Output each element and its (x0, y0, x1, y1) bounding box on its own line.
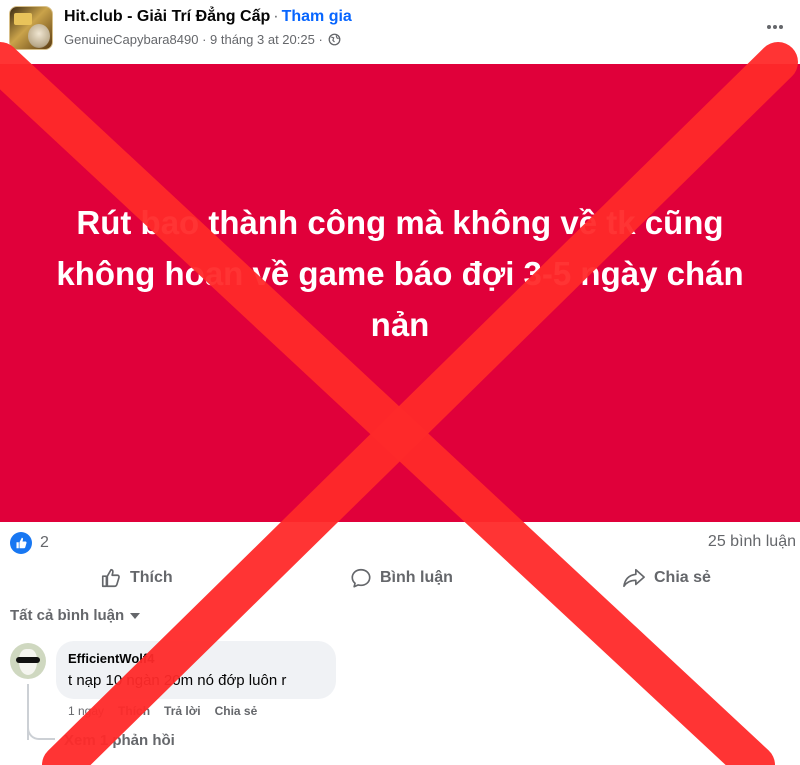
author-name-link[interactable]: GenuineCapybara8490 (64, 32, 198, 47)
view-replies-link[interactable]: Xem 1 phản hồi (64, 732, 175, 749)
comment-button[interactable]: Bình luận (350, 562, 453, 594)
title-separator: · (273, 8, 279, 25)
reaction-count: 2 (40, 534, 49, 551)
comment-bubble-icon (351, 568, 371, 588)
comment-meta: 1 ngày Thích Trả lời Chia sẻ (68, 704, 257, 718)
group-name-link[interactable]: Hit.club - Giải Trí Đẳng Cấp (64, 8, 270, 25)
comment-like-button[interactable]: Thích (118, 704, 150, 718)
share-button-label: Chia sẻ (654, 569, 711, 586)
commenter-avatar[interactable] (10, 643, 46, 679)
post-body-text: Rút bao thành công mà không về tk cũng k… (56, 203, 744, 343)
meta-separator-2: · (318, 32, 327, 47)
comment-filter-label: Tất cả bình luận (10, 607, 125, 624)
post-meta: GenuineCapybara8490 · 9 tháng 3 at 20:25… (64, 32, 341, 47)
post-header: Hit.club - Giải Trí Đẳng Cấp · Tham gia Ge… (0, 0, 800, 64)
post-action-bar: Thích Bình luận Chia sẻ (0, 562, 800, 594)
comment-filter-dropdown[interactable]: Tất cả bình luận (10, 607, 141, 624)
globe-icon (328, 33, 341, 46)
sunglasses (16, 657, 40, 663)
avatar-face (28, 24, 50, 48)
comment-count-link[interactable]: 25 bình luận (708, 533, 796, 551)
like-button-label: Thích (130, 569, 173, 586)
comment-time-link[interactable]: 1 ngày (68, 704, 104, 718)
comment-button-label: Bình luận (380, 569, 453, 586)
post-title-line: Hit.club - Giải Trí Đẳng Cấp · Tham gia (64, 8, 352, 26)
caret-down-icon (130, 612, 141, 619)
comment-reply-button[interactable]: Trả lời (164, 704, 201, 718)
post-content-card[interactable]: Rút bao thành công mà không về tk cũng k… (0, 64, 800, 522)
like-icon (10, 532, 32, 554)
share-button[interactable]: Chia sẻ (622, 562, 711, 594)
join-group-link[interactable]: Tham gia (282, 8, 352, 25)
group-avatar[interactable] (9, 6, 53, 50)
more-options-button[interactable] (764, 16, 786, 38)
comment-bubble: EfficientWolf4 t nạp 10 ngàn 20m nó đớp … (56, 641, 336, 699)
reply-thread-curve (27, 724, 55, 740)
meta-separator: · (202, 32, 211, 47)
commenter-name-link[interactable]: EfficientWolf4 (68, 651, 324, 666)
post-timestamp-link[interactable]: 9 tháng 3 at 20:25 (210, 32, 315, 47)
comment-text: t nạp 10 ngàn 20m nó đớp luôn r (68, 672, 287, 689)
avatar-logo (14, 13, 32, 25)
thumbs-up-icon (101, 568, 120, 588)
reaction-summary[interactable]: 2 (10, 532, 49, 554)
comment-share-button[interactable]: Chia sẻ (215, 704, 258, 718)
like-button[interactable]: Thích (100, 562, 173, 594)
share-arrow-icon (623, 568, 645, 588)
more-horizontal-icon (767, 25, 783, 29)
